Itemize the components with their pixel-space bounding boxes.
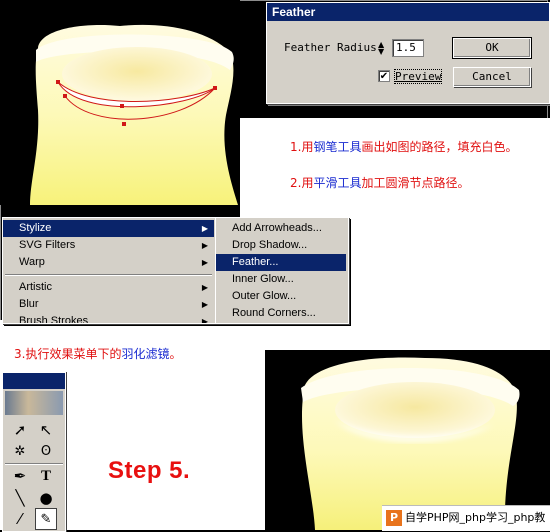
feather-radius-input[interactable]: 1.5 (392, 39, 424, 57)
menu-item-inner-glow[interactable]: Inner Glow... (216, 271, 346, 288)
toolbox-title-bar[interactable] (3, 373, 65, 389)
preview-checkbox[interactable]: ✔ (378, 70, 390, 82)
watermark: P 自学PHP网_php学习_php教 (382, 505, 550, 531)
line-tool-icon[interactable]: ╲ (9, 487, 31, 509)
selection-tool-icon[interactable]: ➚ (9, 419, 31, 441)
direct-selection-tool-icon[interactable]: ↖ (35, 419, 57, 441)
instruction-step-1: 1.用钢笔工具画出如图的路径，填充白色。 (290, 140, 518, 154)
submenu-arrow-icon: ▶ (201, 258, 208, 267)
feather-radius-label: Feather Radius: (284, 41, 384, 54)
instruction-step-3: 3.执行效果菜单下的羽化滤镜。 (14, 347, 182, 361)
candle-illustration-bottom (265, 350, 550, 530)
paintbrush-tool-icon[interactable]: ⁄ (9, 508, 31, 530)
submenu-arrow-icon: ▶ (201, 317, 208, 324)
step-label: Step 5. (108, 457, 191, 484)
candle-bottom-svg (301, 357, 520, 530)
preview-label[interactable]: Preview (393, 69, 443, 84)
submenu-arrow-icon: ▶ (201, 283, 208, 292)
effect-menu: Stylize ▶ SVG Filters ▶ Warp ▶ Artistic ▶ Bl… (2, 217, 217, 324)
instruction-step-2: 2.用平滑工具加工圆滑节点路径。 (290, 176, 470, 190)
candle-cup (62, 47, 212, 101)
cancel-button[interactable]: Cancel (453, 67, 531, 87)
magic-wand-tool-icon[interactable]: ✲ (9, 441, 31, 463)
menu-item-drop-shadow[interactable]: Drop Shadow... (216, 237, 346, 254)
menu-item-outer-glow[interactable]: Outer Glow... (216, 288, 346, 305)
lasso-tool-icon[interactable]: ʘ (35, 441, 57, 463)
dialog-title: Feather (267, 3, 549, 21)
ok-button[interactable]: OK (452, 37, 532, 59)
menu-separator (5, 274, 212, 276)
candle-illustration-top (0, 0, 240, 205)
menu-item-add-arrowheads[interactable]: Add Arrowheads... (216, 220, 346, 237)
watermark-text: 自学PHP网_php学习_php教 (405, 511, 546, 524)
ellipse-tool-icon[interactable]: ● (35, 487, 57, 509)
candle-cup (335, 382, 495, 438)
submenu-arrow-icon: ▶ (201, 224, 208, 233)
menu-item-brush-strokes[interactable]: Brush Strokes ▶ (3, 313, 214, 324)
radius-spinner-icon[interactable]: ▲ ▼ (378, 41, 384, 56)
menu-item-svg-filters[interactable]: SVG Filters ▶ (3, 237, 214, 254)
pen-tool-icon[interactable]: ✒ (9, 465, 31, 487)
php-logo-icon: P (386, 510, 402, 526)
type-tool-icon[interactable]: T (35, 465, 57, 487)
menu-item-stylize[interactable]: Stylize ▶ (3, 220, 214, 237)
stylize-submenu: Add Arrowheads... Drop Shadow... Feather… (215, 217, 349, 324)
menu-item-feather[interactable]: Feather... (216, 254, 346, 271)
candle-top-svg (30, 24, 238, 205)
feather-dialog: Feather Feather Radius: ▲ ▼ 1.5 ✔ Preview… (266, 2, 550, 104)
toolbox: ➚ ↖ ✲ ʘ ✒ T ╲ ● ⁄ ✎ (2, 372, 66, 532)
menu-item-warp[interactable]: Warp ▶ (3, 254, 214, 271)
menu-item-round-corners[interactable]: Round Corners... (216, 305, 346, 322)
submenu-arrow-icon: ▶ (201, 300, 208, 309)
menu-item-blur[interactable]: Blur ▶ (3, 296, 214, 313)
submenu-arrow-icon: ▶ (201, 241, 208, 250)
menu-item-artistic[interactable]: Artistic ▶ (3, 279, 214, 296)
smooth-tool-icon[interactable]: ✎ (35, 508, 57, 530)
toolbox-banner-image (5, 391, 63, 415)
